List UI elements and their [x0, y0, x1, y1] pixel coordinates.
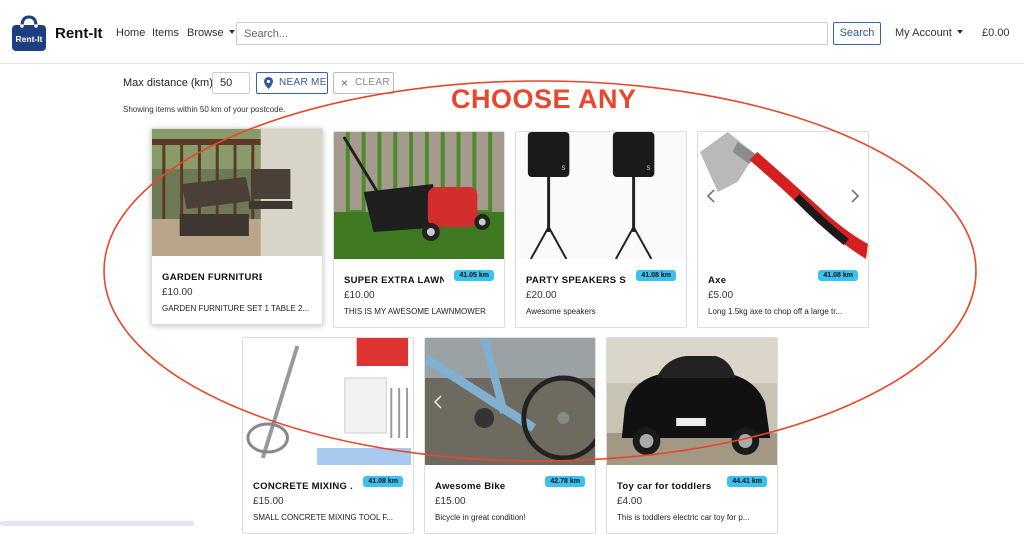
distance-badge: 44.41 km [727, 476, 767, 487]
item-price: £15.00 [435, 496, 466, 507]
distance-badge: 42.78 km [545, 476, 585, 487]
item-description: SMALL CONCRETE MIXING TOOL F... [253, 513, 394, 522]
cart-total[interactable]: £0.00 [982, 27, 1010, 39]
brand-name[interactable]: Rent-It [55, 25, 103, 42]
nav-browse[interactable]: Browse [187, 27, 235, 39]
my-account-label: My Account [895, 27, 952, 39]
item-title: CONCRETE MIXING ... [253, 481, 353, 492]
chevron-down-icon [956, 30, 963, 35]
item-description: This is toddlers electric car toy for p.… [617, 513, 750, 522]
item-description: Bicycle in great condition! [435, 513, 526, 522]
item-title: Toy car for toddlers [617, 481, 712, 492]
annotation-ellipse [103, 80, 977, 462]
logo-text: Rent-It [16, 34, 43, 44]
nav-browse-label: Browse [187, 27, 224, 39]
search-input[interactable] [236, 22, 828, 45]
distance-badge: 41.08 km [363, 476, 403, 487]
navbar: Rent-It Rent-It Home Items Browse Search… [0, 0, 1024, 64]
nav-items[interactable]: Items [152, 27, 179, 39]
chevron-down-icon [228, 30, 235, 35]
item-price: £4.00 [617, 496, 643, 507]
search-button[interactable]: Search [833, 22, 881, 45]
annotation-text: CHOOSE ANY [451, 84, 637, 114]
logo-bag-icon[interactable]: Rent-It [10, 14, 48, 52]
item-title: Awesome Bike [435, 481, 506, 492]
bottom-scroll-bar [0, 521, 194, 526]
item-price: £15.00 [253, 496, 284, 507]
nav-home[interactable]: Home [116, 27, 145, 39]
my-account-menu[interactable]: My Account [895, 27, 963, 39]
